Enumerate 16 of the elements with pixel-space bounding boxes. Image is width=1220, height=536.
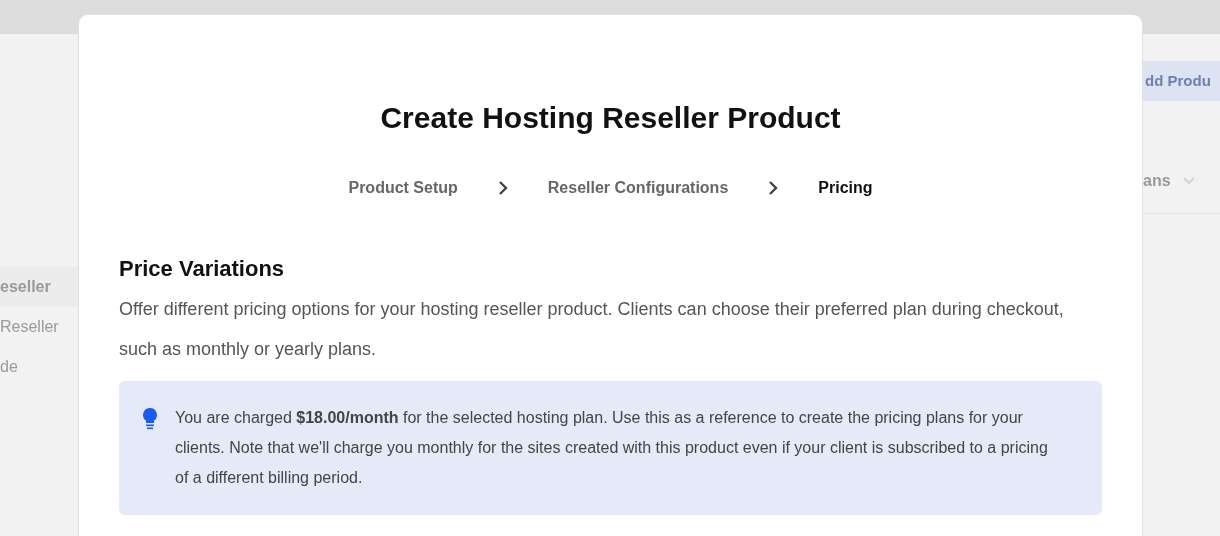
sidebar-item[interactable]: Reseller bbox=[0, 307, 78, 347]
step-label[interactable]: Product Setup bbox=[348, 176, 458, 200]
section-title: Price Variations bbox=[119, 255, 286, 283]
chevron-down-icon bbox=[1182, 176, 1195, 185]
chevron-right-icon bbox=[497, 181, 508, 195]
step-label[interactable]: Reseller Configurations bbox=[547, 176, 729, 200]
sidebar-item[interactable]: de bbox=[0, 347, 78, 387]
step-label[interactable]: Pricing bbox=[818, 176, 873, 200]
section-description: Offer different pricing options for your hosting reseller product. Clients can choose their preferred plan during checkout, such as monthly or yearly plans. bbox=[119, 298, 1065, 361]
lightbulb-icon bbox=[143, 408, 157, 430]
sidebar-item[interactable]: eseller bbox=[0, 267, 78, 307]
plans-filter[interactable]: ans bbox=[1143, 168, 1171, 193]
notice-text: You are charged $18.00/month for the selected hosting plan. Use this as a reference to create the pricing plans for your clients. Note that we'll charge you monthly for the sites created with this product even if your client is subscribed to a pricing of a different billing period. bbox=[175, 408, 1049, 488]
modal-title: Create Hosting Reseller Product bbox=[379, 100, 842, 136]
chevron-right-icon bbox=[768, 181, 779, 195]
add-product-button[interactable]: dd Produ bbox=[1143, 61, 1220, 101]
